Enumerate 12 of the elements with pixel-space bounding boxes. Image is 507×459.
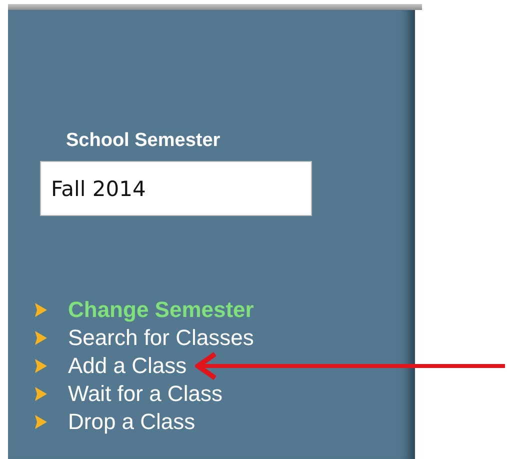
menu-link[interactable]: Search for Classes xyxy=(68,325,254,351)
menu-link[interactable]: Change Semester xyxy=(68,297,254,323)
bullet-arrow-icon xyxy=(34,414,48,430)
semester-label: School Semester xyxy=(66,129,220,153)
menu-link[interactable]: Wait for a Class xyxy=(68,381,222,407)
menu-link[interactable]: Drop a Class xyxy=(68,409,196,435)
bullet-arrow-icon xyxy=(34,302,48,318)
bullet-arrow-icon xyxy=(34,386,48,402)
bullet-arrow-icon xyxy=(34,330,48,346)
menu-link[interactable]: Add a Class xyxy=(68,353,187,379)
bullet-arrow-icon xyxy=(34,358,48,374)
semester-field[interactable]: Fall 2014 xyxy=(40,161,312,216)
